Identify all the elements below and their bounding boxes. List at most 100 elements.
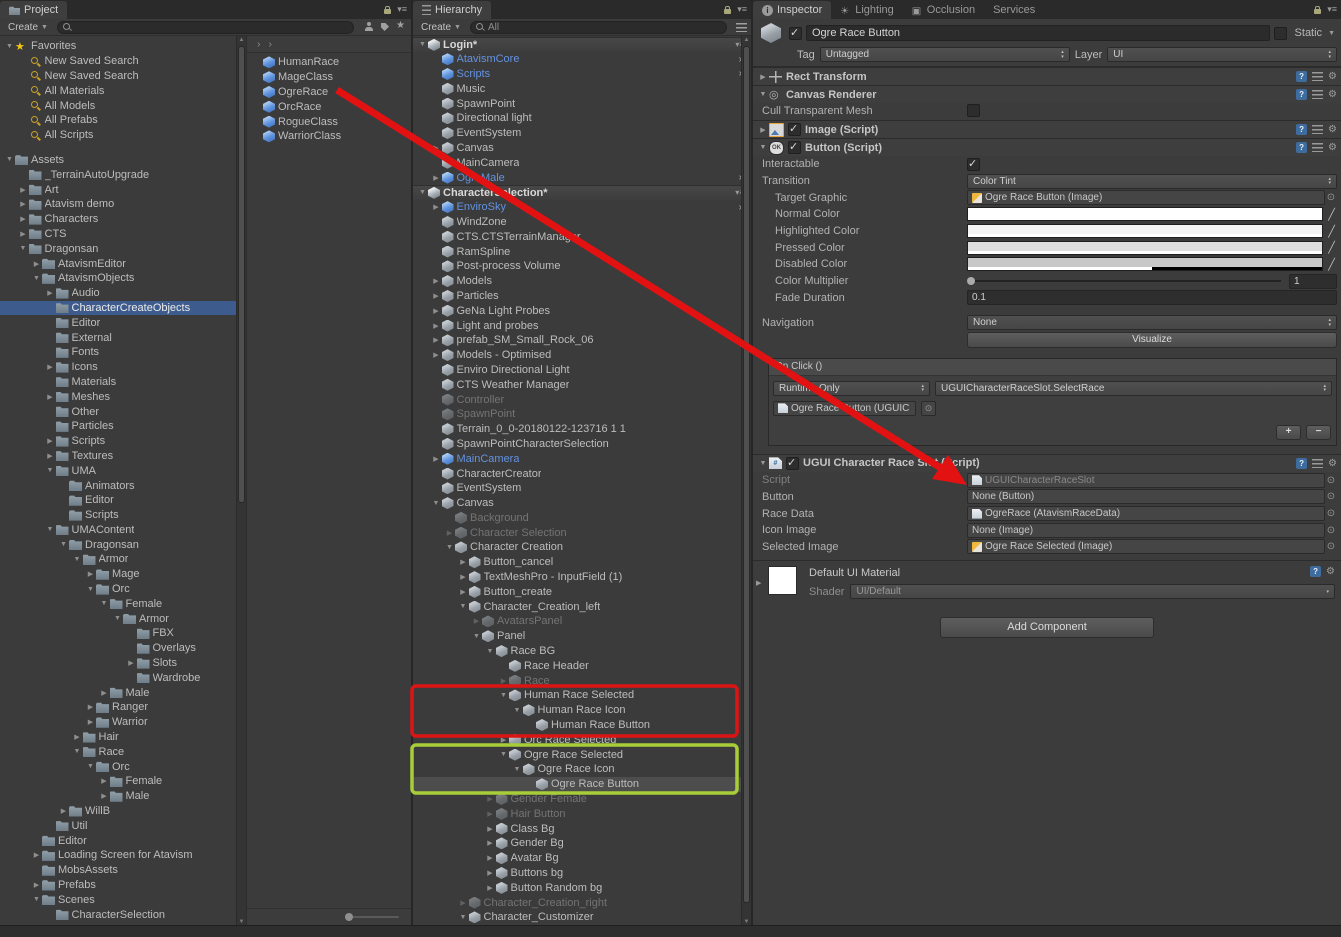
material-fold-arrow[interactable]: ▶ (756, 579, 761, 587)
hierarchy-scrollbar[interactable]: ▲ ▼ (741, 36, 751, 926)
expand-arrow-icon[interactable] (45, 393, 56, 401)
tree-row[interactable]: Female (0, 596, 246, 611)
tree-row[interactable]: All Prefabs (0, 113, 246, 128)
hierarchy-row[interactable]: EnviroSky (413, 200, 751, 215)
hierarchy-row[interactable]: Ogre Race Selected (413, 747, 751, 762)
expand-arrow-icon[interactable] (85, 703, 96, 711)
hierarchy-row[interactable]: Character_Customizer (413, 910, 751, 925)
expand-arrow-icon[interactable] (458, 573, 469, 581)
tree-row[interactable]: AtavismObjects (0, 271, 246, 286)
hierarchy-row[interactable]: Ogre Race Icon (413, 762, 751, 777)
tree-row[interactable]: MobsAssets (0, 863, 246, 878)
hierarchy-row[interactable]: EventSystem (413, 481, 751, 496)
event-method-dropdown[interactable]: UGUICharacterRaceSlot.SelectRace▴ ▾ (935, 381, 1332, 396)
interactable-checkbox[interactable] (967, 158, 980, 171)
expand-arrow-icon[interactable] (485, 810, 496, 818)
expand-arrow-icon[interactable] (72, 748, 83, 755)
hierarchy-row[interactable]: Panel (413, 629, 751, 644)
event-target-field[interactable]: Ogre Race Button (UGUIC (773, 401, 916, 416)
tab-hierarchy[interactable]: Hierarchy (413, 1, 491, 19)
project-tree-scrollbar[interactable]: ▲ ▼ (236, 36, 246, 926)
panel-menu-icon[interactable]: ▾≡ (1327, 4, 1337, 15)
tree-row[interactable]: Dragonsan (0, 241, 246, 256)
hierarchy-row[interactable]: Music (413, 81, 751, 96)
hierarchy-row[interactable]: Ogre Race Button (413, 777, 751, 792)
add-component-button[interactable]: Add Component (940, 617, 1154, 638)
hierarchy-row[interactable]: Canvas (413, 141, 751, 156)
icon-size-slider[interactable] (347, 916, 399, 918)
tree-row[interactable]: Characters (0, 212, 246, 227)
gear-icon[interactable] (1328, 89, 1337, 100)
expand-arrow-icon[interactable] (99, 777, 110, 785)
expand-arrow-icon[interactable] (485, 648, 496, 655)
hierarchy-row[interactable]: SpawnPoint (413, 96, 751, 111)
object-picker-icon[interactable]: ⊙ (1325, 475, 1337, 486)
hierarchy-row[interactable]: SpawnPointCharacterSelection (413, 437, 751, 452)
tree-row[interactable]: Slots (0, 656, 246, 671)
hierarchy-row[interactable]: CTS.CTSTerrainManager (413, 229, 751, 244)
search-by-label-icon[interactable] (379, 21, 391, 33)
color-multiplier-slider[interactable] (967, 280, 1281, 282)
hierarchy-row[interactable]: SpawnPoint (413, 407, 751, 422)
hierarchy-sort-icon[interactable] (736, 23, 747, 32)
hierarchy-row[interactable]: AvatarsPanel (413, 614, 751, 629)
expand-arrow-icon[interactable] (485, 869, 496, 877)
expand-arrow-icon[interactable] (45, 452, 56, 460)
event-remove-button[interactable]: − (1306, 425, 1331, 440)
hierarchy-create-button[interactable]: Create▼ (417, 21, 465, 34)
gear-icon[interactable] (1328, 458, 1337, 469)
object-picker-icon[interactable]: ⊙ (1325, 541, 1337, 552)
hierarchy-row[interactable]: Character_Creation_right (413, 895, 751, 910)
expand-arrow-icon[interactable] (498, 677, 509, 685)
expand-arrow-icon[interactable] (18, 186, 29, 194)
tree-row[interactable]: Dragonsan (0, 537, 246, 552)
expand-arrow-icon[interactable] (458, 558, 469, 566)
expand-arrow-icon[interactable] (498, 736, 509, 744)
tree-row[interactable]: Animators (0, 478, 246, 493)
tag-dropdown[interactable]: Untagged▴ ▾ (820, 47, 1070, 62)
tree-row[interactable]: Fonts (0, 345, 246, 360)
object-field[interactable]: None (Button) (967, 489, 1325, 504)
tree-row[interactable]: Materials (0, 375, 246, 390)
event-mode-dropdown[interactable]: Runtime Only▴ ▾ (773, 381, 930, 396)
expand-arrow-icon[interactable] (458, 899, 469, 907)
gameobject-active-checkbox[interactable] (789, 27, 802, 40)
button-component-header[interactable]: ▼ Button (Script) (753, 138, 1341, 156)
asset-list-item[interactable]: RogueClass (247, 114, 411, 129)
asset-list-item[interactable]: OrcRace (247, 99, 411, 114)
hierarchy-row[interactable]: Gender Bg (413, 836, 751, 851)
tree-row[interactable]: Assets (0, 153, 246, 168)
tree-row[interactable]: Ranger (0, 700, 246, 715)
expand-arrow-icon[interactable] (18, 230, 29, 238)
expand-arrow-icon[interactable] (431, 500, 442, 507)
expand-arrow-icon[interactable] (485, 884, 496, 892)
expand-arrow-icon[interactable] (444, 544, 455, 551)
expand-arrow-icon[interactable] (485, 839, 496, 847)
hierarchy-row[interactable]: Character Creation (413, 540, 751, 555)
navigation-dropdown[interactable]: None▴ ▾ (967, 315, 1337, 330)
breadcrumb-segment[interactable] (265, 38, 277, 50)
hierarchy-row[interactable]: Human Race Selected (413, 688, 751, 703)
hierarchy-row[interactable]: Race BG (413, 644, 751, 659)
hierarchy-row[interactable]: EventSystem (413, 126, 751, 141)
tree-row[interactable]: Meshes (0, 389, 246, 404)
expand-arrow-icon[interactable] (112, 615, 123, 622)
expand-arrow-icon[interactable] (18, 200, 29, 208)
expand-arrow-icon[interactable] (58, 541, 69, 548)
expand-arrow-icon[interactable] (85, 570, 96, 578)
eyedropper-icon[interactable]: ╱ (1326, 208, 1337, 221)
tree-row[interactable]: Armor (0, 552, 246, 567)
expand-arrow-icon[interactable] (99, 689, 110, 697)
transition-dropdown[interactable]: Color Tint▴ ▾ (967, 174, 1337, 189)
gear-icon[interactable] (1328, 124, 1337, 135)
scrollbar-thumb[interactable] (743, 46, 750, 903)
tree-row[interactable]: Other (0, 404, 246, 419)
tree-row[interactable]: All Models (0, 98, 246, 113)
tree-row[interactable]: CharacterCreateObjects (0, 301, 246, 316)
expand-arrow-icon[interactable] (18, 245, 29, 252)
hierarchy-row[interactable]: Scripts (413, 67, 751, 82)
expand-arrow-icon[interactable] (498, 692, 509, 699)
search-by-type-icon[interactable] (363, 21, 375, 33)
inspector-tab[interactable]: Services (984, 1, 1044, 19)
expand-arrow-icon[interactable] (431, 455, 442, 463)
